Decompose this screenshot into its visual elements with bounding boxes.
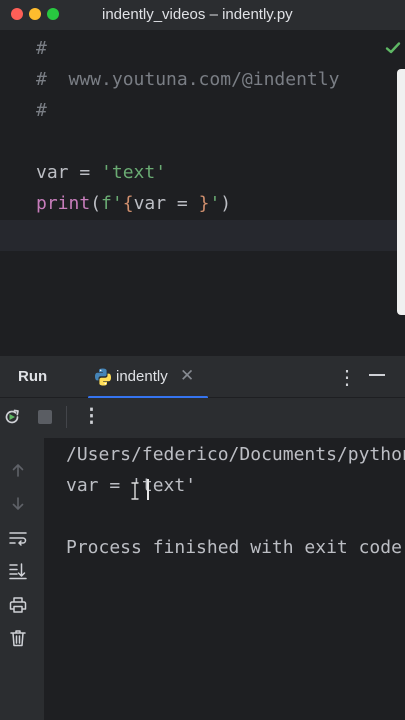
code-token: f' <box>101 193 123 214</box>
code-token: 'text' <box>101 162 167 183</box>
print-icon[interactable] <box>8 595 28 615</box>
console-side-rail <box>0 438 45 720</box>
close-tab-icon[interactable]: ✕ <box>180 366 194 386</box>
toolbar-separator <box>66 406 67 428</box>
text-caret <box>147 479 149 500</box>
trash-icon[interactable] <box>8 628 28 648</box>
close-window-button[interactable] <box>11 8 23 20</box>
code-token: ' <box>209 193 221 214</box>
title-bar: indently_videos – indently.py <box>0 0 405 31</box>
code-token: var <box>36 162 69 183</box>
run-tool-header: Run indently ✕ ⋮ <box>0 356 405 399</box>
arrow-down-icon[interactable] <box>8 494 28 514</box>
code-editor[interactable]: # # www.youtuna.com/@indently # var = 't… <box>0 31 405 355</box>
code-line-5: var = 'text' <box>36 161 166 185</box>
current-line-highlight <box>0 220 405 251</box>
code-line-6: print(f'{var = }') <box>36 192 231 216</box>
ibeam-cursor-icon <box>131 482 139 500</box>
code-line-2: # www.youtuna.com/@indently <box>36 69 340 90</box>
window-title: indently_videos – indently.py <box>102 6 293 23</box>
tab-indently[interactable]: indently ✕ <box>88 356 208 399</box>
editor-scrollbar[interactable] <box>397 69 405 315</box>
tool-window-title: Run <box>18 368 48 385</box>
code-line-3: # <box>36 100 47 121</box>
code-token: { <box>122 193 134 214</box>
zoom-window-button[interactable] <box>47 8 59 20</box>
arrow-up-icon[interactable] <box>8 460 28 480</box>
console-line: Process finished with exit code <box>66 537 402 558</box>
python-icon <box>95 368 111 386</box>
console-output[interactable]: /Users/federico/Documents/python var = '… <box>45 438 405 720</box>
code-token: = <box>68 162 102 183</box>
minimize-window-button[interactable] <box>29 8 41 20</box>
tab-label: indently <box>116 368 168 385</box>
stop-icon[interactable] <box>35 407 55 427</box>
more-icon[interactable]: ⋮ <box>82 405 101 428</box>
rerun-icon[interactable] <box>2 407 22 427</box>
run-toolbar: ⋮ <box>0 398 405 438</box>
more-options-icon[interactable]: ⋮ <box>337 365 357 390</box>
soft-wrap-icon[interactable] <box>8 528 28 548</box>
code-token: print <box>36 193 91 214</box>
code-line-1: # <box>36 38 47 59</box>
minimize-icon[interactable] <box>369 374 385 376</box>
code-token: ( <box>90 193 102 214</box>
scroll-to-end-icon[interactable] <box>8 561 28 581</box>
console-line: /Users/federico/Documents/python <box>66 444 405 465</box>
check-icon[interactable] <box>385 40 401 56</box>
code-token: } <box>198 193 210 214</box>
code-token: ) <box>220 193 232 214</box>
code-token: var = <box>133 193 199 214</box>
